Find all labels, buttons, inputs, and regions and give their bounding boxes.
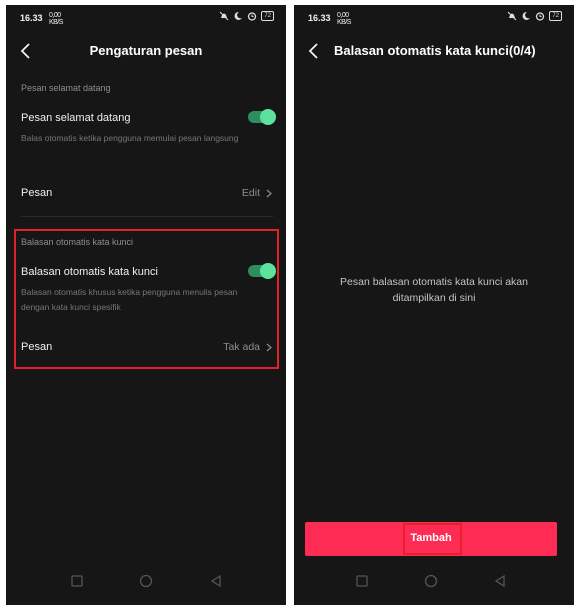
status-bar: 16.33 0,00 KB/S 72 (6, 5, 286, 31)
square-nav-icon[interactable] (70, 574, 84, 588)
section-label-welcome: Pesan selamat datang (21, 83, 111, 93)
back-icon[interactable] (306, 42, 322, 60)
status-time: 16.33 (308, 13, 331, 23)
battery-indicator: 72 (261, 11, 274, 21)
welcome-message-edit[interactable]: Edit (242, 187, 272, 199)
welcome-message-value: Edit (241, 187, 260, 199)
alarm-icon (536, 12, 545, 21)
keyword-toggle-label: Balasan otomatis kata kunci (21, 266, 158, 278)
keyword-description: Balasan otomatis khusus ketika pengguna … (21, 287, 238, 312)
network-speed: 0,00 KB/S (49, 12, 63, 26)
status-icons: 72 (219, 11, 274, 21)
system-nav-bar (6, 563, 286, 605)
page-title: Pengaturan pesan (89, 43, 203, 58)
welcome-description: Balas otomatis ketika pengguna memulai p… (21, 133, 239, 143)
header: Balasan otomatis kata kunci(0/4) (294, 31, 574, 71)
status-bar: 16.33 0,00 KB/S 72 (294, 5, 574, 31)
triangle-back-nav-icon[interactable] (209, 574, 223, 588)
network-speed: 0,00 KB/S (337, 12, 351, 26)
welcome-message-label: Pesan (21, 187, 53, 199)
settings-screen: 16.33 0,00 KB/S 72 Pengaturan pesan Pesan… (6, 5, 286, 605)
chevron-right-icon (266, 189, 272, 197)
keyword-toggle[interactable] (248, 263, 276, 279)
status-time: 16.33 (20, 13, 43, 23)
moon-icon (234, 11, 243, 20)
moon-icon (522, 11, 531, 20)
section-label-keyword: Balasan otomatis kata kunci (21, 237, 134, 247)
toggle-knob (260, 263, 276, 279)
keyword-message-label: Pesan (21, 341, 53, 353)
circle-nav-icon[interactable] (139, 574, 153, 588)
add-button[interactable]: Tambah (305, 522, 557, 556)
status-icons: 72 (507, 11, 562, 21)
keyword-reply-screen: 16.33 0,00 KB/S 72 Balasan otomatis kata … (294, 5, 574, 605)
empty-state-message: Pesan balasan otomatis kata kunci akan d… (340, 276, 528, 304)
add-button-highlight (403, 523, 462, 555)
circle-nav-icon[interactable] (424, 574, 438, 588)
square-nav-icon[interactable] (355, 574, 369, 588)
battery-indicator: 72 (549, 11, 562, 21)
header: Pengaturan pesan (6, 31, 286, 71)
chevron-right-icon (266, 343, 272, 351)
mute-icon (219, 11, 229, 21)
keyword-message-open[interactable]: Tak ada (223, 341, 272, 353)
keyword-message-value: Tak ada (223, 341, 260, 353)
triangle-back-nav-icon[interactable] (493, 574, 507, 588)
alarm-icon (248, 12, 257, 21)
system-nav-bar (294, 563, 574, 605)
page-title: Balasan otomatis kata kunci(0/4) (334, 43, 536, 58)
mute-icon (507, 11, 517, 21)
welcome-toggle[interactable] (248, 109, 276, 125)
toggle-knob (260, 109, 276, 125)
divider (21, 216, 273, 217)
welcome-toggle-label: Pesan selamat datang (21, 112, 131, 124)
